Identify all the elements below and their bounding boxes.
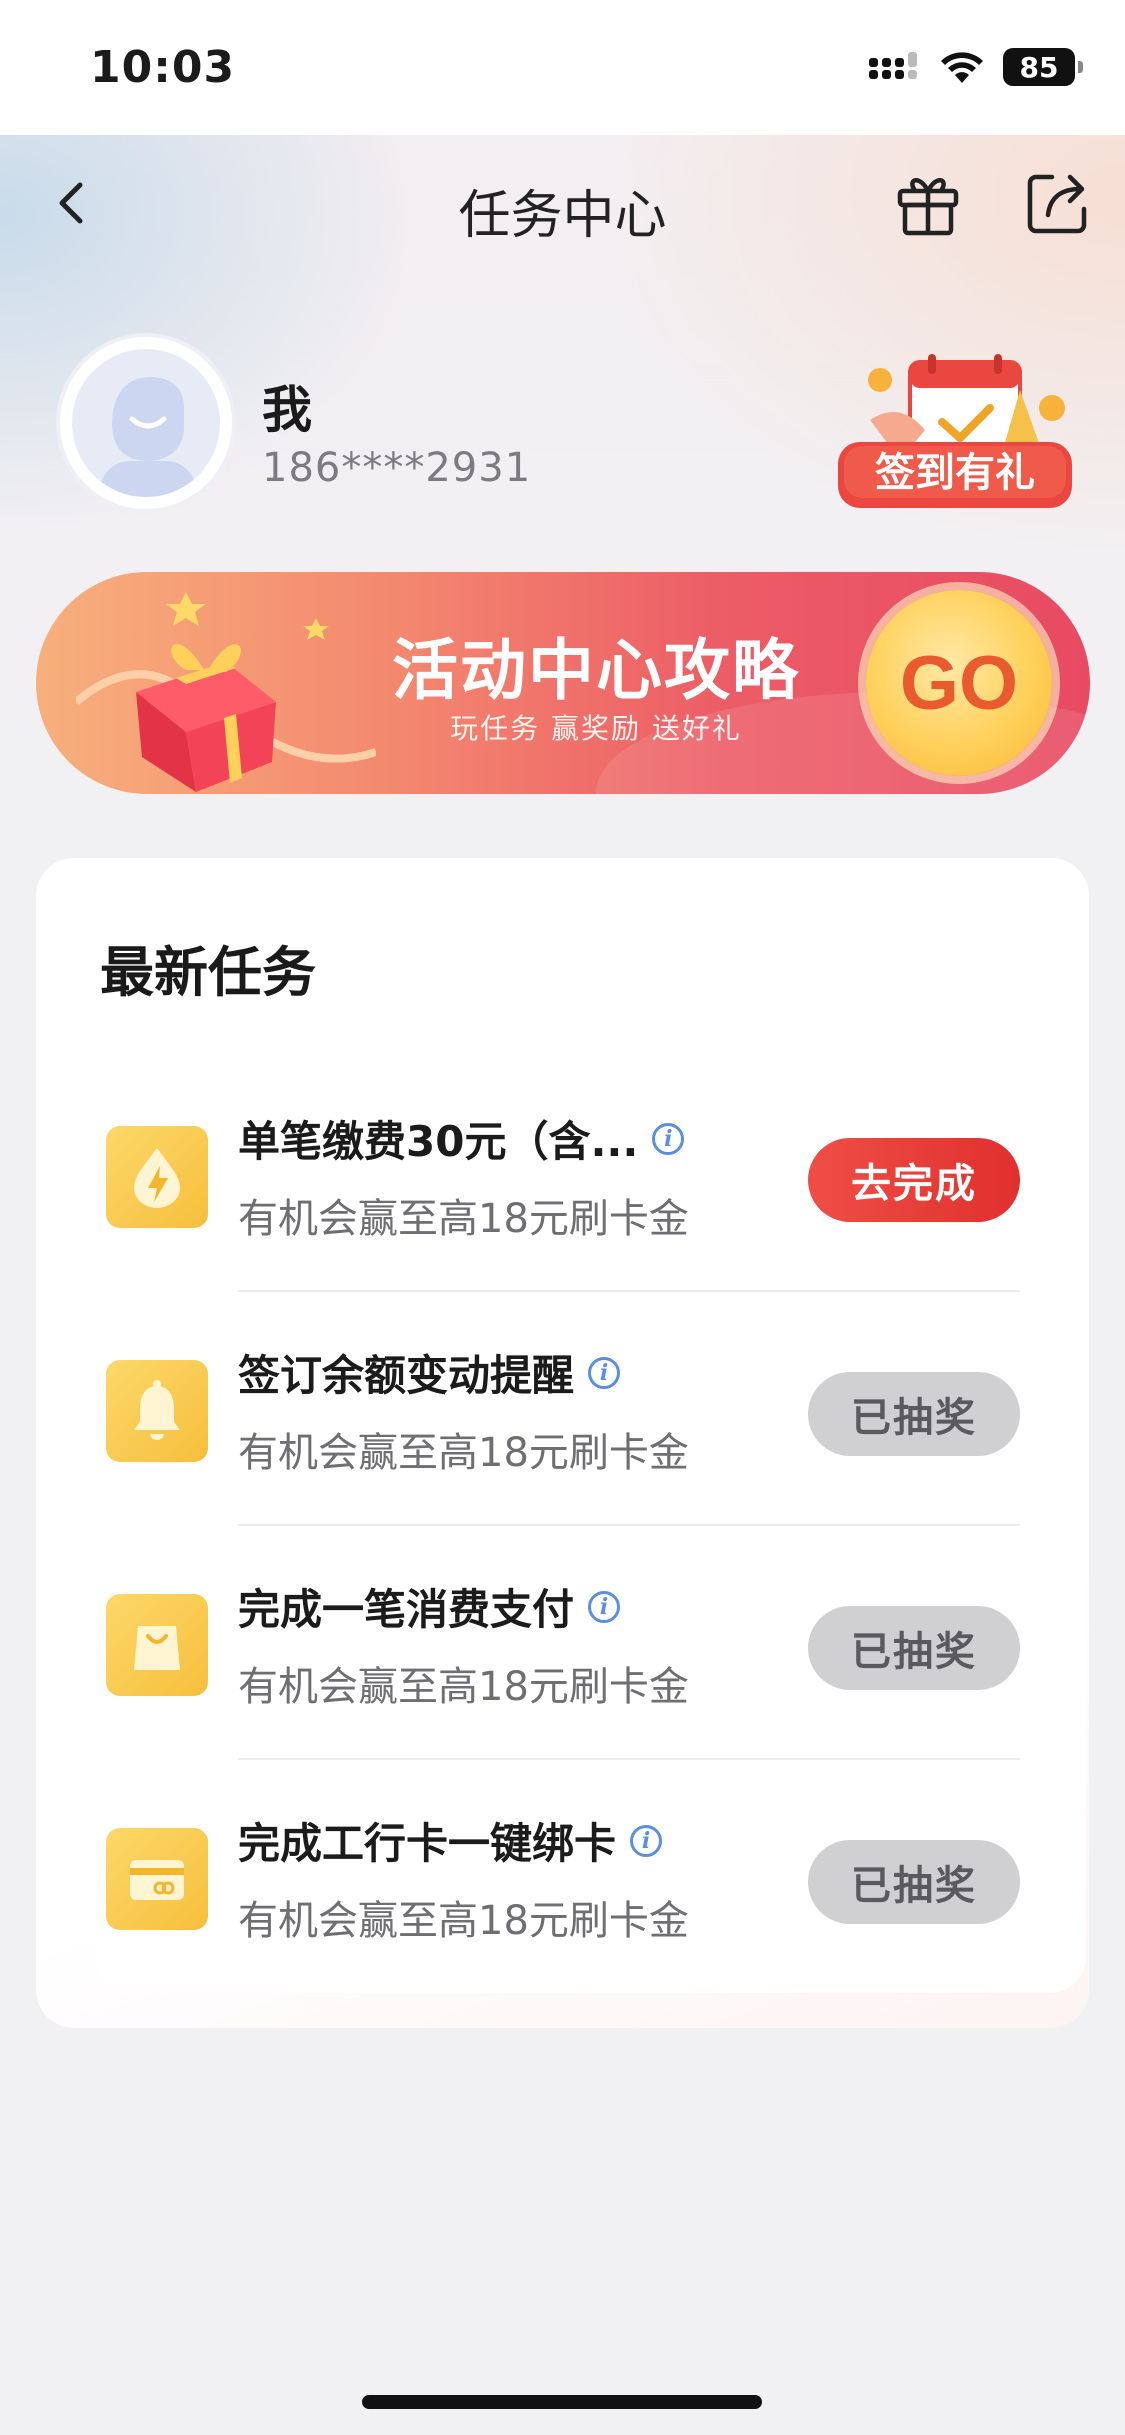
info-icon[interactable]: i (630, 1824, 663, 1857)
task-item: 完成一笔消费支付 i 有机会赢至高18元刷卡金 已抽奖 (36, 1526, 1089, 1760)
info-icon[interactable]: i (588, 1590, 621, 1623)
task-item: 签订余额变动提醒 i 有机会赢至高18元刷卡金 已抽奖 (36, 1292, 1089, 1526)
go-button[interactable]: GO (866, 590, 1052, 776)
banner-subtitle: 玩任务 赢奖励 送好礼 (450, 712, 742, 745)
battery-icon: 85 (1003, 48, 1083, 86)
nav-bar: 任务中心 (0, 135, 1125, 275)
task-desc: 有机会赢至高18元刷卡金 (238, 1664, 689, 1710)
drawn-button[interactable]: 已抽奖 (808, 1840, 1020, 1924)
task-name: 单笔缴费30元（含... i (238, 1108, 685, 1169)
drawn-button[interactable]: 已抽奖 (808, 1606, 1020, 1690)
info-icon[interactable]: i (588, 1356, 621, 1389)
calendar-gift-icon: 签到有礼 (838, 354, 1072, 508)
task-desc: 有机会赢至高18元刷卡金 (238, 1898, 689, 1944)
signal-icon (869, 52, 917, 79)
task-desc: 有机会赢至高18元刷卡金 (238, 1430, 689, 1476)
drawn-button[interactable]: 已抽奖 (808, 1372, 1020, 1456)
wifi-icon (941, 52, 983, 83)
shopping-bag-icon (106, 1594, 208, 1696)
latest-tasks-card: 最新任务 单笔缴费30元（含... i 有机会赢至高18元刷卡金 去完成 签订余… (36, 858, 1089, 2028)
info-icon[interactable]: i (652, 1122, 685, 1155)
user-phone: 186****2931 (262, 445, 532, 491)
activity-center-banner[interactable]: 活动中心攻略 玩任务 赢奖励 送好礼 GO (36, 572, 1090, 794)
task-name: 签订余额变动提醒 i (238, 1342, 621, 1403)
bell-icon (106, 1360, 208, 1462)
task-desc: 有机会赢至高18元刷卡金 (238, 1196, 689, 1242)
task-name: 完成工行卡一键绑卡 i (238, 1810, 663, 1871)
home-indicator (362, 2395, 762, 2409)
task-name: 完成一笔消费支付 i (238, 1576, 621, 1637)
task-item: 单笔缴费30元（含... i 有机会赢至高18元刷卡金 去完成 (36, 1058, 1089, 1292)
gift-icon[interactable] (890, 165, 966, 241)
banner-title: 活动中心攻略 (392, 632, 800, 709)
status-icons: 85 (869, 48, 1083, 86)
checkin-badge-label: 签到有礼 (875, 450, 1035, 496)
status-time: 10:03 (90, 42, 236, 93)
card-link-icon (106, 1828, 208, 1930)
checkin-reward-badge[interactable]: 签到有礼 (830, 350, 1080, 520)
status-bar: 10:03 85 (0, 0, 1125, 135)
gift-box-icon (76, 592, 376, 792)
default-avatar-icon (72, 349, 220, 497)
task-item: 完成工行卡一键绑卡 i 有机会赢至高18元刷卡金 已抽奖 (36, 1760, 1089, 1994)
avatar[interactable] (60, 337, 232, 509)
complete-task-button[interactable]: 去完成 (808, 1138, 1020, 1222)
flame-drop-icon (106, 1126, 208, 1228)
user-name: 我 (262, 381, 312, 439)
share-icon[interactable] (1020, 165, 1096, 241)
section-title: 最新任务 (100, 941, 316, 1004)
